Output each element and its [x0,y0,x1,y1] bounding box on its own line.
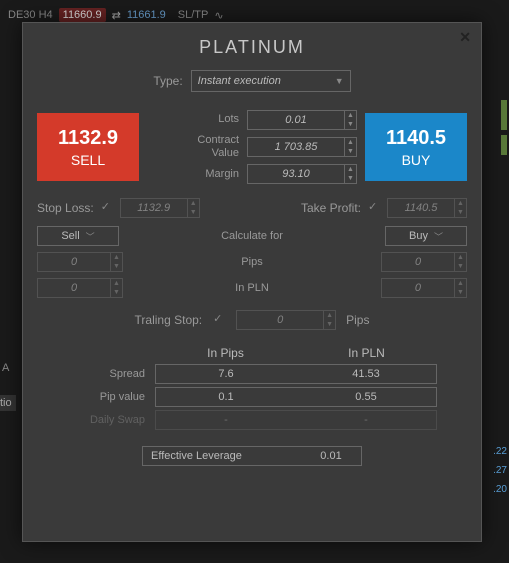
stepper-up-icon[interactable]: ▲ [111,253,122,262]
pips-buy-input[interactable]: 0 ▲▼ [381,252,467,272]
stepper-down-icon[interactable]: ▼ [455,208,466,217]
background-candles [497,60,509,260]
arrow-icon: ⇄ [112,9,121,22]
type-label: Type: [153,74,182,88]
pln-buy-input[interactable]: 0 ▲▼ [381,278,467,298]
contract-value-input[interactable]: 1 703.85 ▲▼ [247,137,357,157]
sltp-label: SL/TP [178,9,209,21]
pip-value-values: 0.1 0.55 [155,387,437,407]
pln-sell-input[interactable]: 0 ▲▼ [37,278,123,298]
stepper-down-icon[interactable]: ▼ [345,147,356,156]
sell-button[interactable]: 1132.9 SELL [37,113,139,181]
stepper-down-icon[interactable]: ▼ [111,288,122,297]
stepper-down-icon[interactable]: ▼ [188,208,199,217]
lots-label: Lots [175,113,239,126]
contract-value-label: ContractValue [175,134,239,160]
lots-input[interactable]: 0.01 ▲▼ [247,110,357,130]
stepper-down-icon[interactable]: ▼ [324,320,335,329]
margin-label: Margin [175,168,239,181]
calc-sell-button[interactable]: Sell ﹀ [37,226,119,246]
type-select[interactable]: Instant execution ▼ [191,70,351,92]
chevron-down-icon: ﹀ [86,230,95,243]
pips-label: Pips [241,256,262,268]
margin-input[interactable]: 93.10 ▲▼ [247,164,357,184]
close-icon[interactable]: ✕ [459,29,471,46]
effective-leverage-label: Effective Leverage [143,450,301,462]
pips-sell-input[interactable]: 0 ▲▼ [37,252,123,272]
symbol-label: DE30 H4 [8,9,53,21]
stepper-down-icon[interactable]: ▼ [345,120,356,129]
price-tag-red: 11660.9 [59,8,106,22]
chevron-down-icon: ﹀ [434,230,443,243]
buy-button[interactable]: 1140.5 BUY [365,113,467,181]
effective-leverage-box: Effective Leverage 0.01 [142,446,362,466]
spread-values: 7.6 41.53 [155,364,437,384]
chevron-down-icon: ▼ [335,76,344,86]
trailing-unit: Pips [346,313,369,327]
type-select-value: Instant execution [198,75,281,87]
stepper-up-icon[interactable]: ▲ [455,253,466,262]
sell-label: SELL [71,152,105,168]
stop-loss-input[interactable]: 1132.9 ▲▼ [120,198,200,218]
stepper-down-icon[interactable]: ▼ [111,262,122,271]
sell-price: 1132.9 [58,127,118,150]
take-profit-input[interactable]: 1140.5 ▲▼ [387,198,467,218]
stepper-up-icon[interactable]: ▲ [188,199,199,208]
take-profit-label: Take Profit: [301,201,361,215]
stepper-up-icon[interactable]: ▲ [111,279,122,288]
price-tag-blue: 11661.9 [127,9,166,21]
trailing-stop-input[interactable]: 0 ▲▼ [236,310,336,330]
daily-swap-label: Daily Swap [67,414,155,426]
background-letter: A [2,362,9,374]
buy-label: BUY [402,152,431,168]
pip-value-label: Pip value [67,391,155,403]
in-pln-label: In PLN [235,282,269,294]
spread-label: Spread [67,368,155,380]
stepper-up-icon[interactable]: ▲ [345,138,356,147]
col-header-pips: In Pips [155,346,296,360]
stepper-up-icon[interactable]: ▲ [345,111,356,120]
stepper-up-icon[interactable]: ▲ [324,311,335,320]
trailing-stop-checkbox[interactable] [212,314,226,326]
stepper-up-icon[interactable]: ▲ [345,165,356,174]
stop-loss-checkbox[interactable] [100,202,114,214]
dialog-title: PLATINUM [37,37,467,58]
background-side-numbers: .22 .27 .20 [493,438,507,503]
effective-leverage-value: 0.01 [301,450,361,462]
stepper-down-icon[interactable]: ▼ [455,262,466,271]
chart-icon: ∿ [214,9,223,22]
trailing-stop-label: Traling Stop: [135,313,203,327]
stop-loss-label: Stop Loss: [37,201,94,215]
stepper-down-icon[interactable]: ▼ [345,174,356,183]
calc-buy-button[interactable]: Buy ﹀ [385,226,467,246]
stepper-down-icon[interactable]: ▼ [455,288,466,297]
calculate-for-label: Calculate for [221,230,283,242]
stepper-up-icon[interactable]: ▲ [455,279,466,288]
background-tio: tio [0,395,16,411]
order-dialog: ✕ PLATINUM Type: Instant execution ▼ 113… [22,22,482,542]
take-profit-checkbox[interactable] [367,202,381,214]
col-header-pln: In PLN [296,346,437,360]
daily-swap-values: - - [155,410,437,430]
stepper-up-icon[interactable]: ▲ [455,199,466,208]
buy-price: 1140.5 [386,127,446,150]
